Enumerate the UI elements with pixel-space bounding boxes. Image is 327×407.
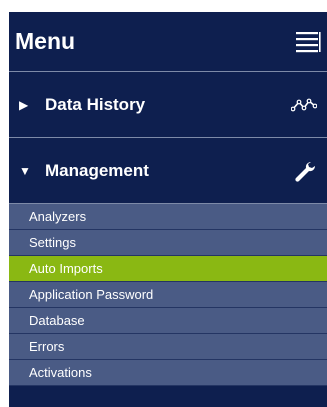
menu-title: Menu (15, 28, 76, 54)
submenu-item-auto-imports[interactable]: Auto Imports (9, 256, 327, 282)
hamburger-menu-icon[interactable] (295, 29, 321, 55)
submenu-item-analyzers[interactable]: Analyzers (9, 204, 327, 230)
section-data-history-left: ▶ Data History (19, 95, 145, 115)
menu-header: Menu (9, 12, 327, 72)
submenu-item-errors[interactable]: Errors (9, 334, 327, 360)
section-management-left: ▼ Management (19, 161, 149, 181)
expanded-arrow-icon: ▼ (19, 163, 31, 178)
trend-line-icon (291, 98, 317, 111)
section-management[interactable]: ▼ Management (9, 138, 327, 204)
section-data-history[interactable]: ▶ Data History (9, 72, 327, 138)
submenu-item-application-password[interactable]: Application Password (9, 282, 327, 308)
collapsed-arrow-icon: ▶ (19, 97, 29, 112)
section-data-history-label: Data History (45, 94, 146, 114)
submenu-item-activations[interactable]: Activations (9, 360, 327, 386)
submenu-item-settings[interactable]: Settings (9, 230, 327, 256)
section-management-label: Management (45, 160, 149, 180)
management-submenu: Analyzers Settings Auto Imports Applicat… (9, 204, 327, 386)
submenu-item-database[interactable]: Database (9, 308, 327, 334)
wrench-icon (295, 161, 316, 182)
side-menu: Menu ▶ Data History ▼ Management Analyze… (9, 12, 327, 407)
